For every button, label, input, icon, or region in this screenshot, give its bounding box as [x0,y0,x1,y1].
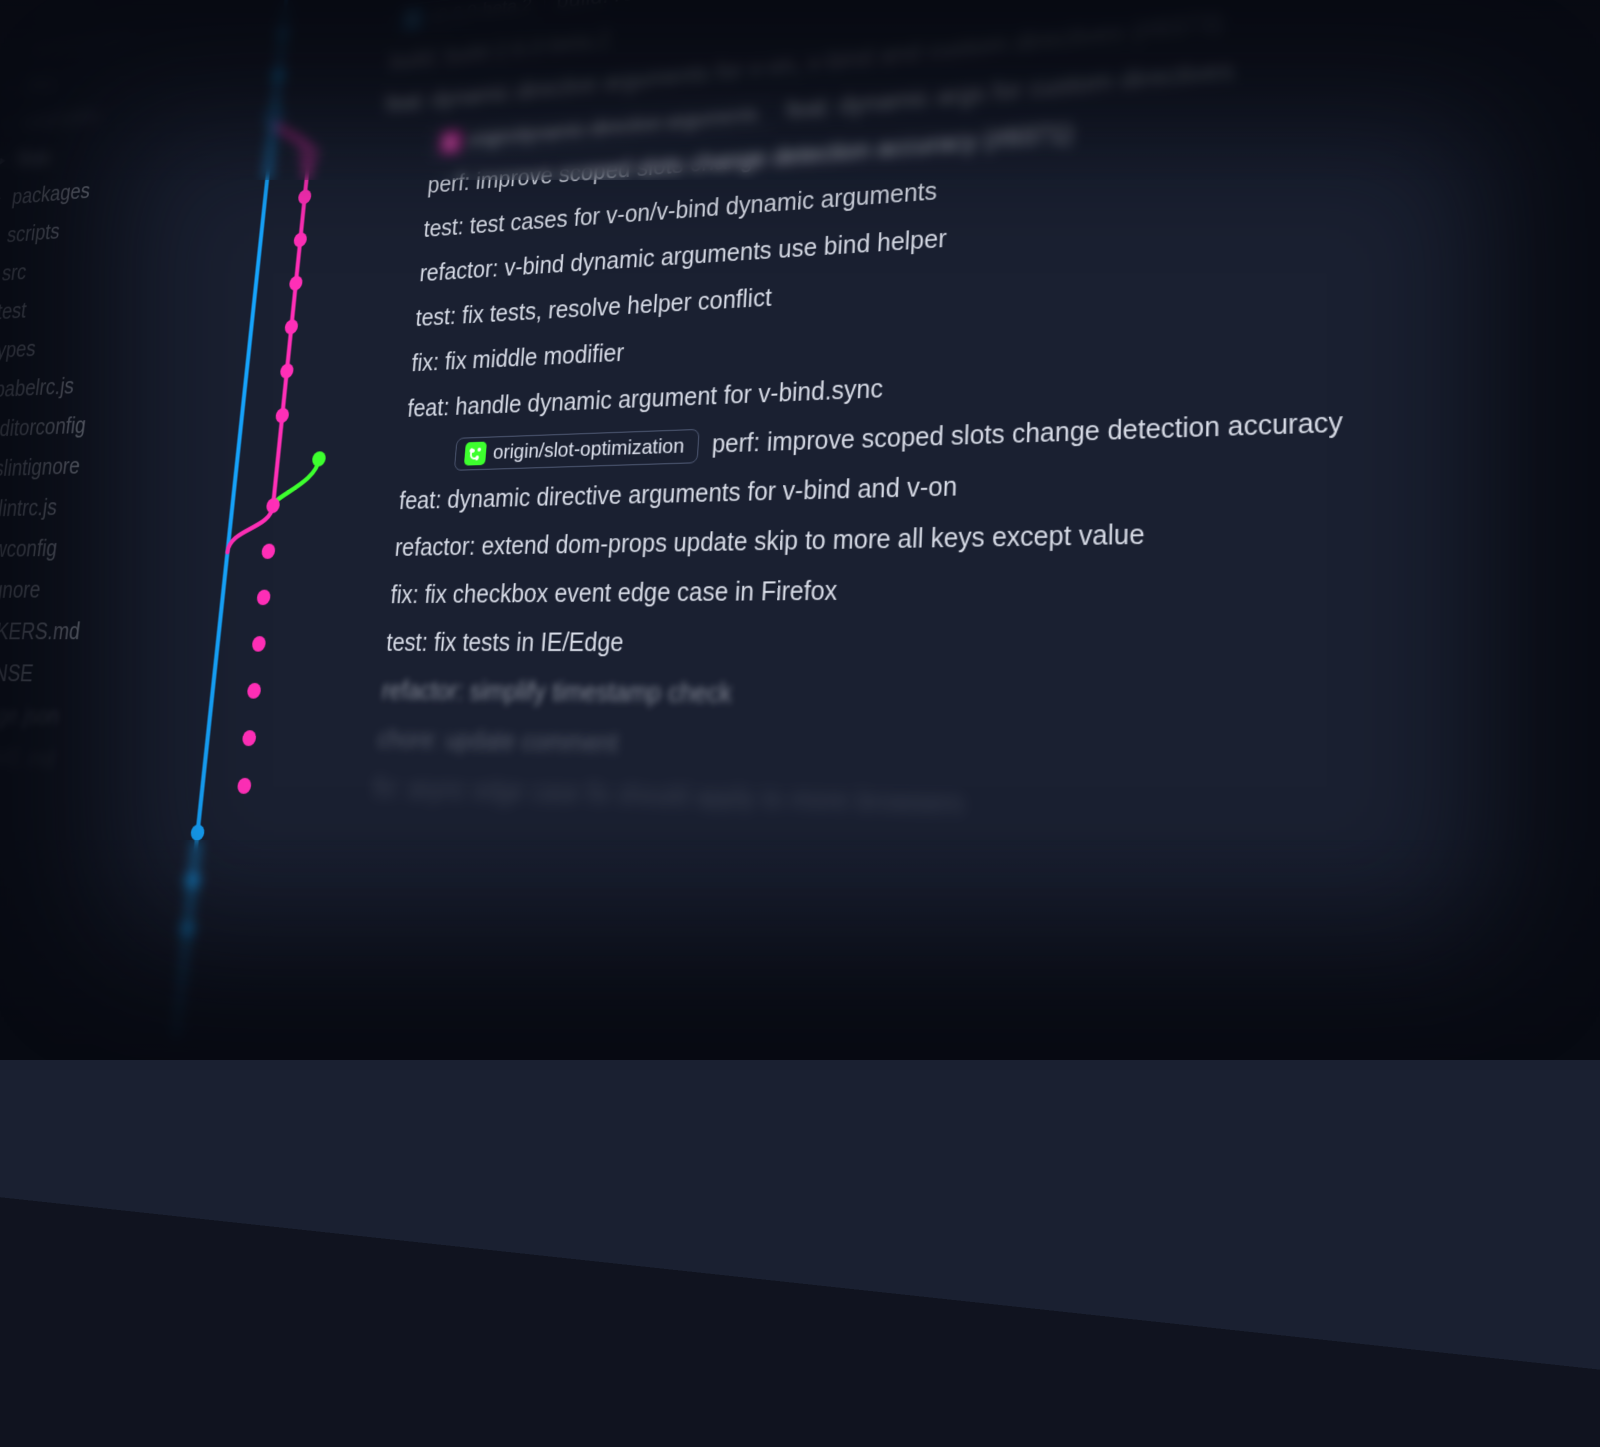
tree-item-label: test [0,292,29,333]
file-package-json[interactable]: package.json [0,694,163,740]
tree-item-label: LICENSE [0,653,36,695]
file-license[interactable]: LICENSE [0,653,168,697]
commit-message: feat: dynamic directive arguments for v-… [398,471,958,517]
chip-label: v2.6.0-beta.2 [428,0,533,28]
chevron-right-icon: ▸ [14,42,26,56]
tree-item-label: dist [25,64,58,104]
file-backers-md[interactable]: BACKERS.md [0,611,173,654]
chevron-right-icon: ▸ [0,154,11,168]
commit-message: fix: async edge case fix should apply to… [372,773,965,822]
tree-item-label: .flowconfig [0,528,59,571]
app-window: ▸.circleci▸.github▸benchmarks▸dist▸examp… [0,0,1600,1447]
chevron-right-icon: ▸ [9,79,21,93]
commit-message: refactor: simplify timestamp check [381,676,733,711]
tree-item-label: types [0,330,38,372]
tree-item-label: .editorconfig [0,406,88,450]
file--eslintignore[interactable]: .eslintignore [0,442,191,491]
git-branch-icon [440,130,462,154]
chevron-right-icon: ▸ [0,229,1,243]
tree-item-label: .gitignore [0,570,43,612]
git-branch-icon [464,442,487,466]
file--eslintrc-js[interactable]: .eslintrc.js [0,484,187,531]
tree-item-label: .eslintrc.js [0,488,59,531]
git-log-panel: build: build 2.6.0-beta.3build: fix feat… [106,0,1600,1447]
commit-message: fix: fix middle modifier [410,339,625,380]
file-readme-md[interactable]: README.md [0,736,158,784]
tag-icon [402,7,424,30]
tree-item-label: BACKERS.md [0,611,82,653]
chip-label: origin/slot-optimization [492,433,685,466]
tree-item-label: src [0,253,29,293]
commit-row[interactable]: test: fix tests in IE/Edge [332,612,1600,676]
tree-item-label: packages [10,172,93,217]
commit-message: refactor: extend dom-props update skip t… [394,519,1145,565]
tree-item-label: scripts [5,213,62,255]
tree-item-label: flow [15,138,52,179]
file--gitignore[interactable]: .gitignore [0,568,178,612]
commit-message: fix: fix checkbox event edge case in Fir… [389,576,838,612]
tree-item-label: .eslintignore [0,446,82,490]
branch-chip-green[interactable]: origin/slot-optimization [454,429,700,471]
tree-item-label: examples [20,96,102,141]
tree-item-label: .babelrc.js [0,367,76,411]
commit-message: chore: update comment [376,725,619,762]
tree-item-label: package.json [0,695,61,739]
chevron-right-icon: ▸ [19,6,31,20]
commit-list[interactable]: build: build 2.6.0-beta.3build: fix feat… [319,0,1600,872]
chevron-right-icon: ▸ [0,191,6,205]
chevron-right-icon: ▸ [4,116,16,130]
file--flowconfig[interactable]: .flowconfig [0,526,182,572]
tree-item-label: README.md [0,737,57,782]
commit-message: test: fix tests in IE/Edge [385,628,625,660]
